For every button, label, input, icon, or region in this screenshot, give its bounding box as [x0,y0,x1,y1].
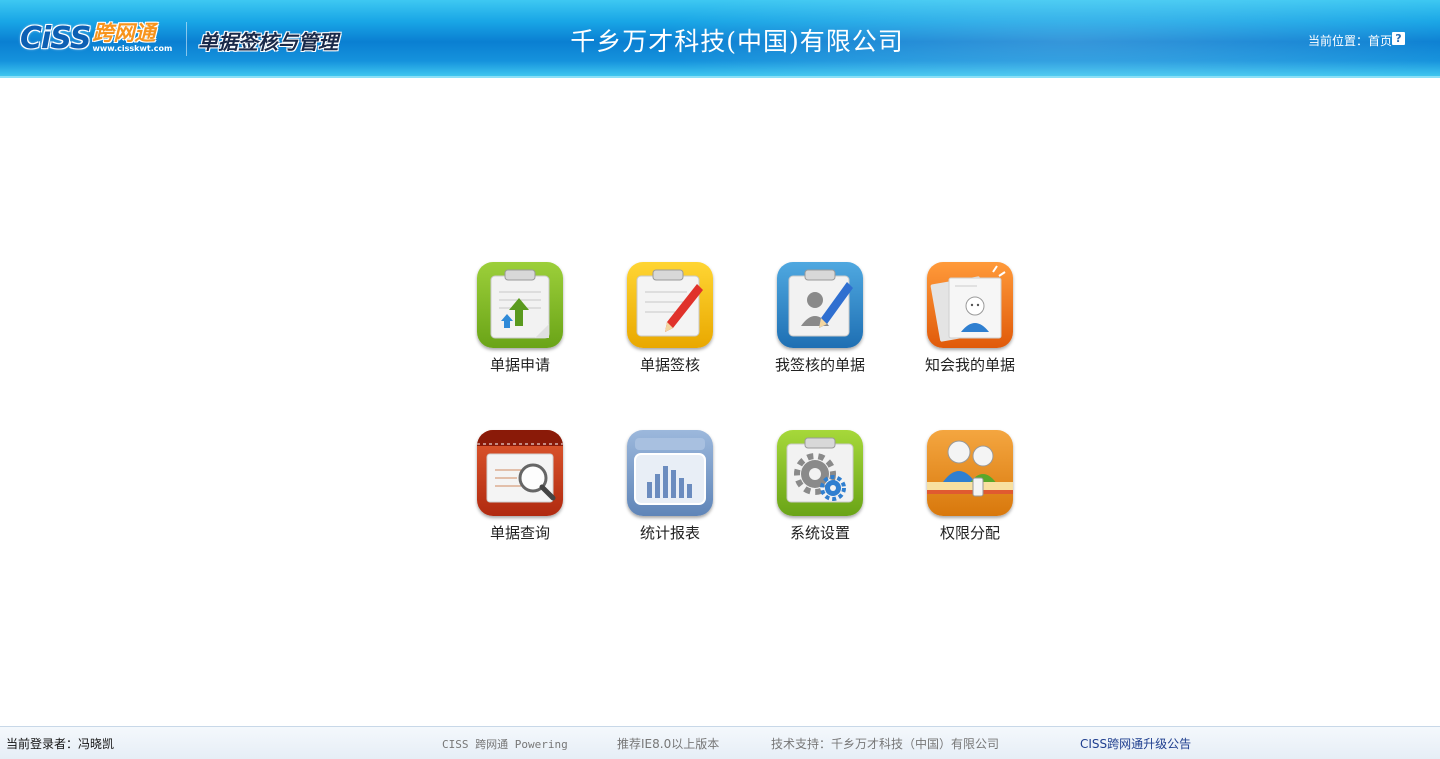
browser-recommendation: 推荐IE8.0以上版本 [617,737,720,751]
breadcrumb: 当前位置： 首页 [1308,32,1392,49]
company-title: 千乡万才科技(中国)有限公司 [570,27,904,56]
menu-item-my-signed[interactable]: 我签核的单据 [745,262,895,430]
tech-support-text: 技术支持：千乡万才科技（中国）有限公司 [771,737,1000,751]
menu-label: 单据查询 [489,524,550,542]
main-menu-grid: 单据申请 单据签核 我签核的单据 知会我的单据 单据查询 统计报表 系统设置 权… [445,262,1045,598]
help-icon[interactable]: ? [1392,32,1405,45]
menu-item-permissions[interactable]: 权限分配 [895,430,1045,598]
breadcrumb-home-link[interactable]: 首页 [1368,32,1392,49]
bar-chart-icon [627,430,713,516]
current-user-name: 冯晓凯 [78,737,115,751]
upgrade-notice-link[interactable]: CISS跨网通升级公告 [1080,735,1191,752]
breadcrumb-label: 当前位置： [1307,34,1368,48]
logo-right: 跨网通 www.cisskwt.com [92,23,172,53]
current-user: 当前登录者：冯晓凯 [6,735,114,752]
logo-text: CiSS [20,20,91,56]
menu-label: 知会我的单据 [924,356,1015,374]
top-header: CiSS 跨网通 www.cisskwt.com 单据签核与管理 千乡万才科技(… [0,0,1440,78]
menu-item-sign[interactable]: 单据签核 [595,262,745,430]
logo-divider [186,22,187,56]
menu-label: 我签核的单据 [774,356,865,374]
menu-item-settings[interactable]: 系统设置 [745,430,895,598]
menu-label: 单据签核 [639,356,700,374]
current-user-label: 当前登录者： [6,737,79,751]
clipboard-upload-icon [477,262,563,348]
ciss-logo[interactable]: CiSS 跨网通 www.cisskwt.com [20,20,172,56]
logo-cn-text: 跨网通 [92,21,156,45]
powered-by-text: CISS 跨网通 Powering [442,738,568,751]
menu-label: 统计报表 [639,524,700,542]
documents-user-icon [927,262,1013,348]
menu-item-notify-me[interactable]: 知会我的单据 [895,262,1045,430]
menu-label: 系统设置 [789,524,850,542]
menu-label: 单据申请 [489,356,550,374]
logo-url-text: www.cisskwt.com [92,44,173,53]
app-title: 单据签核与管理 [198,30,338,54]
footer-bar: 当前登录者：冯晓凯 CISS 跨网通 Powering 推荐IE8.0以上版本 … [0,726,1440,759]
menu-item-query[interactable]: 单据查询 [445,430,595,598]
gear-settings-icon [777,430,863,516]
menu-item-report[interactable]: 统计报表 [595,430,745,598]
clipboard-user-pencil-icon [777,262,863,348]
menu-label: 权限分配 [939,524,1000,542]
users-permission-icon [927,430,1013,516]
clipboard-pencil-icon [627,262,713,348]
menu-item-apply[interactable]: 单据申请 [445,262,595,430]
magnifier-document-icon [477,430,563,516]
